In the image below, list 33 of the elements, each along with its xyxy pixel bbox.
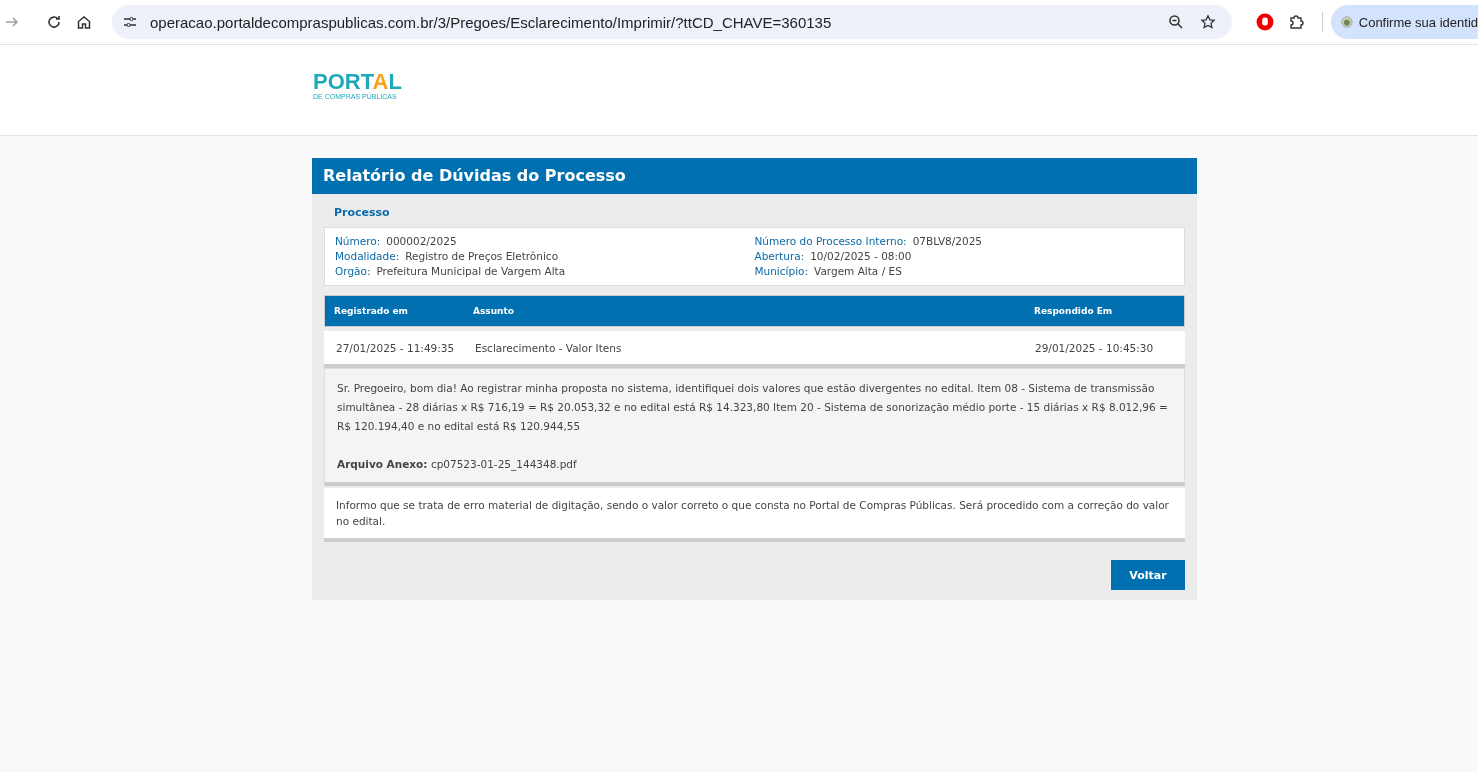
field-value: Registro de Preços Eletrônico (405, 250, 559, 262)
table-cell-text: 29/01/2025 - 10:45:30 (1035, 341, 1155, 354)
field-label: Modalidade: (335, 250, 400, 262)
field-value: 000002/2025 (386, 235, 457, 247)
column-header: Assunto (473, 306, 515, 316)
table-cell-text: 27/01/2025 - 11:49:35 (335, 341, 456, 354)
question-text: Sr. Pregoeiro, bom dia! Ao registrar minha proposta no sistema, identifiquei dois valores que estão divergentes no edital. Item 08 - Sistema de transmissão simultânea - 28 diárias x R$ 716,19 = R$ 20.053,32 e no edital está R$ 14.323,80 Item 20 - Sistema de sonorização médio porte - 15 diárias x R$ 8.012,96 = R$ 120.194,40 e no edital está R$ 120.944,55 (337, 381, 1169, 434)
field-label: Orgão: (335, 265, 371, 277)
site-settings-icon[interactable] (122, 14, 138, 30)
field-value: Vargem Alta / ES (814, 265, 902, 277)
home-icon[interactable] (76, 14, 92, 30)
star-icon[interactable] (1200, 14, 1216, 30)
back-button[interactable]: Voltar (1111, 560, 1185, 590)
address-bar[interactable]: operacao.portaldecompraspublicas.com.br/3/Pregoes/Esclarecimento/Imprimir/?ttCD_CHAVE=360135 (112, 5, 1232, 39)
field-label: Número: (335, 235, 381, 247)
puzzle-icon[interactable] (1288, 14, 1304, 30)
answer-text: Informo que se trata de erro material de digitação, sendo o valor correto o que consta no Portal de Compras Públicas. Será procedido com a correção do valor no edital. (336, 499, 1169, 527)
field-label: Abertura: (754, 250, 805, 262)
attachment-label: Arquivo Anexo: (337, 458, 428, 470)
reload-icon[interactable] (46, 14, 62, 30)
column-header: Respondido Em (1034, 306, 1114, 316)
profile-chip[interactable]: Confirme sua identid (1331, 5, 1478, 39)
field-label: Município: (754, 265, 809, 277)
column-header: Registrado em (333, 306, 409, 316)
field-value: Prefeitura Municipal de Vargem Alta (376, 265, 566, 277)
field-value: 10/02/2025 - 08:00 (810, 250, 912, 262)
section-heading: Processo (333, 205, 391, 221)
field-value: 07BLV8/2025 (912, 235, 983, 247)
field-label: Número do Processo Interno: (754, 235, 907, 247)
zoom-icon[interactable] (1168, 14, 1184, 30)
table-cell-text: Esclarecimento - Valor Itens (475, 341, 623, 354)
attachment-filename: cp07523-01-25_144348.pdf (430, 458, 577, 470)
report-title: Relatório de Dúvidas do Processo (312, 158, 1197, 194)
